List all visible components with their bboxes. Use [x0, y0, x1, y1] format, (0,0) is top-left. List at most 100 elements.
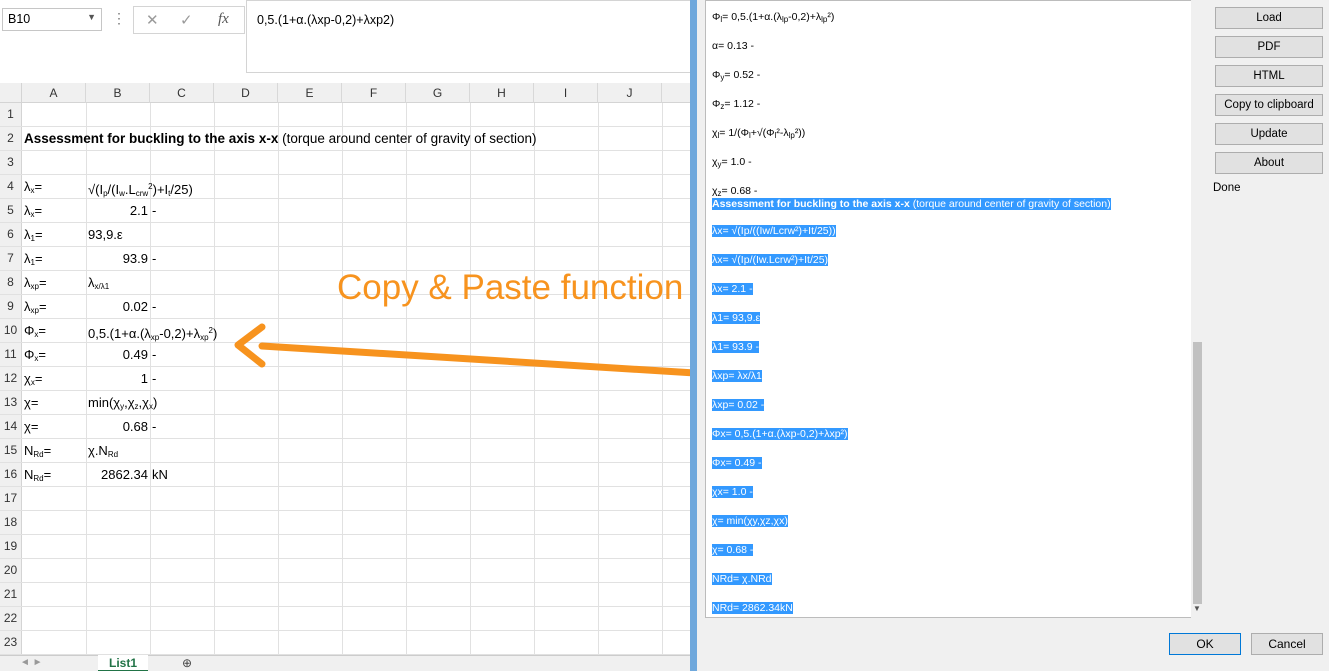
- cell-b[interactable]: λx/λ1: [88, 271, 109, 294]
- more-icon[interactable]: ⋮: [112, 10, 126, 27]
- output-text-area[interactable]: Φl= 0,5.(1+α.(λlp-0,2)+λlp²) α= 0.13 - Φy=…: [705, 0, 1192, 618]
- output-line-selected[interactable]: λxp= 0.02 -: [712, 399, 765, 412]
- row-header[interactable]: 17: [0, 487, 22, 510]
- row-header[interactable]: 21: [0, 583, 22, 606]
- output-line-selected[interactable]: χ= 0.68 -: [712, 544, 754, 557]
- row-header[interactable]: 12: [0, 367, 22, 390]
- ok-button[interactable]: OK: [1169, 633, 1241, 655]
- col-header[interactable]: A: [22, 83, 86, 103]
- cell-b-value[interactable]: 2.1: [86, 199, 148, 222]
- output-line-selected[interactable]: λx= √(Ip/(Iw.Lcrw²)+It/25): [712, 254, 829, 267]
- tab-nav-icon[interactable]: ◄ ►: [20, 657, 43, 668]
- row-header[interactable]: 5: [0, 199, 22, 222]
- cell-b-value[interactable]: 0.68: [86, 415, 148, 438]
- sheet-title[interactable]: Assessment for buckling to the axis x-x …: [24, 127, 536, 150]
- row-header[interactable]: 4: [0, 175, 22, 198]
- html-button[interactable]: HTML: [1215, 65, 1323, 87]
- output-line-selected[interactable]: λxp= λx/λ1: [712, 370, 762, 383]
- cell-c-unit[interactable]: -: [152, 367, 156, 390]
- cell-a[interactable]: λ1=: [24, 247, 43, 270]
- cell-a[interactable]: Φx=: [24, 319, 46, 342]
- col-header[interactable]: J: [598, 83, 662, 103]
- row-header[interactable]: 20: [0, 559, 22, 582]
- cancel-icon[interactable]: ✕: [146, 11, 159, 29]
- col-header[interactable]: B: [86, 83, 150, 103]
- row-header[interactable]: 14: [0, 415, 22, 438]
- col-header[interactable]: I: [534, 83, 598, 103]
- row-header[interactable]: 10: [0, 319, 22, 342]
- row-header[interactable]: 7: [0, 247, 22, 270]
- output-line-selected[interactable]: λx= √(Ip/((Iw/Lcrw²)+It/25)): [712, 225, 836, 238]
- col-header[interactable]: G: [406, 83, 470, 103]
- row-header[interactable]: 19: [0, 535, 22, 558]
- cell-b[interactable]: 93,9.ε: [88, 223, 123, 246]
- row-header[interactable]: 18: [0, 511, 22, 534]
- cell-a[interactable]: λxp=: [24, 295, 47, 318]
- chevron-down-icon[interactable]: ▼: [1193, 604, 1201, 613]
- row-header[interactable]: 13: [0, 391, 22, 414]
- cell-a[interactable]: NRd=: [24, 463, 51, 486]
- cell-b-value[interactable]: 2862.34: [86, 463, 148, 486]
- cell-b-value[interactable]: 0.49: [86, 343, 148, 366]
- vertical-scrollbar[interactable]: ▼: [1191, 0, 1204, 618]
- row-header[interactable]: 11: [0, 343, 22, 366]
- row-header[interactable]: 3: [0, 151, 22, 174]
- output-line-selected[interactable]: NRd= χ.NRd: [712, 573, 772, 586]
- cell-c-unit[interactable]: -: [152, 295, 156, 318]
- cell-b-value[interactable]: 1: [86, 367, 148, 390]
- cell-b[interactable]: χ.NRd: [88, 439, 118, 462]
- row-header[interactable]: 8: [0, 271, 22, 294]
- row-header[interactable]: 22: [0, 607, 22, 630]
- add-sheet-icon[interactable]: ⊕: [182, 656, 192, 670]
- output-line-selected[interactable]: NRd= 2862.34kN: [712, 602, 793, 615]
- col-header[interactable]: F: [342, 83, 406, 103]
- row-header[interactable]: 2: [0, 127, 22, 150]
- output-line-selected[interactable]: χ= min(χy,χz,χx): [712, 515, 788, 528]
- row-header[interactable]: 23: [0, 631, 22, 654]
- col-header[interactable]: D: [214, 83, 278, 103]
- cell-a[interactable]: λx=: [24, 199, 42, 222]
- cell-a[interactable]: χ=: [24, 415, 38, 438]
- row-header[interactable]: 9: [0, 295, 22, 318]
- output-line-selected[interactable]: λ1= 93,9.ε: [712, 312, 761, 325]
- output-line-selected[interactable]: Φx= 0.49 -: [712, 457, 762, 470]
- col-header[interactable]: E: [278, 83, 342, 103]
- scrollbar-thumb[interactable]: [1193, 342, 1202, 604]
- cell-a[interactable]: Φx=: [24, 343, 46, 366]
- formula-input[interactable]: 0,5.(1+α.(λxp-0,2)+λxp2): [246, 0, 690, 73]
- row-header[interactable]: 15: [0, 439, 22, 462]
- update-button[interactable]: Update: [1215, 123, 1323, 145]
- select-all-corner[interactable]: [0, 83, 22, 103]
- pdf-button[interactable]: PDF: [1215, 36, 1323, 58]
- output-line-selected[interactable]: Assessment for buckling to the axis x-x …: [712, 198, 1111, 211]
- copy-to-clipboard-button[interactable]: Copy to clipboard: [1215, 94, 1323, 116]
- fx-icon[interactable]: fx: [218, 11, 229, 28]
- sheet-tab[interactable]: List1: [98, 655, 148, 671]
- cell-a[interactable]: λxp=: [24, 271, 47, 294]
- row-header[interactable]: 16: [0, 463, 22, 486]
- chevron-down-icon[interactable]: ▼: [87, 12, 96, 22]
- cell-c-unit[interactable]: -: [152, 415, 156, 438]
- cell-b[interactable]: 0,5.(1+α.(λxp-0,2)+λxp2): [88, 319, 217, 342]
- cell-c-unit[interactable]: -: [152, 199, 156, 222]
- cell-a[interactable]: λ1=: [24, 223, 43, 246]
- cell-c-unit[interactable]: -: [152, 343, 156, 366]
- output-line-selected[interactable]: Φx= 0,5.(1+α.(λxp-0,2)+λxp²): [712, 428, 848, 441]
- about-button[interactable]: About: [1215, 152, 1323, 174]
- cell-a[interactable]: χx=: [24, 367, 42, 390]
- row-header[interactable]: 1: [0, 103, 22, 126]
- cell-a[interactable]: NRd=: [24, 439, 51, 462]
- col-header[interactable]: H: [470, 83, 534, 103]
- cell-c-unit[interactable]: -: [152, 247, 156, 270]
- cell-b[interactable]: √(Ip/(Iw.Lcrw2)+It/25): [88, 175, 193, 198]
- output-line-selected[interactable]: λ1= 93.9 -: [712, 341, 759, 354]
- col-header[interactable]: C: [150, 83, 214, 103]
- name-box[interactable]: B10 ▼: [2, 8, 102, 31]
- row-header[interactable]: 6: [0, 223, 22, 246]
- output-line-selected[interactable]: χx= 1.0 -: [712, 486, 753, 499]
- cell-b-value[interactable]: 0.02: [86, 295, 148, 318]
- cell-a[interactable]: χ=: [24, 391, 38, 414]
- cell-b[interactable]: min(χy,χz,χx): [88, 391, 157, 414]
- enter-icon[interactable]: ✓: [180, 11, 193, 29]
- cell-c-unit[interactable]: kN: [152, 463, 168, 486]
